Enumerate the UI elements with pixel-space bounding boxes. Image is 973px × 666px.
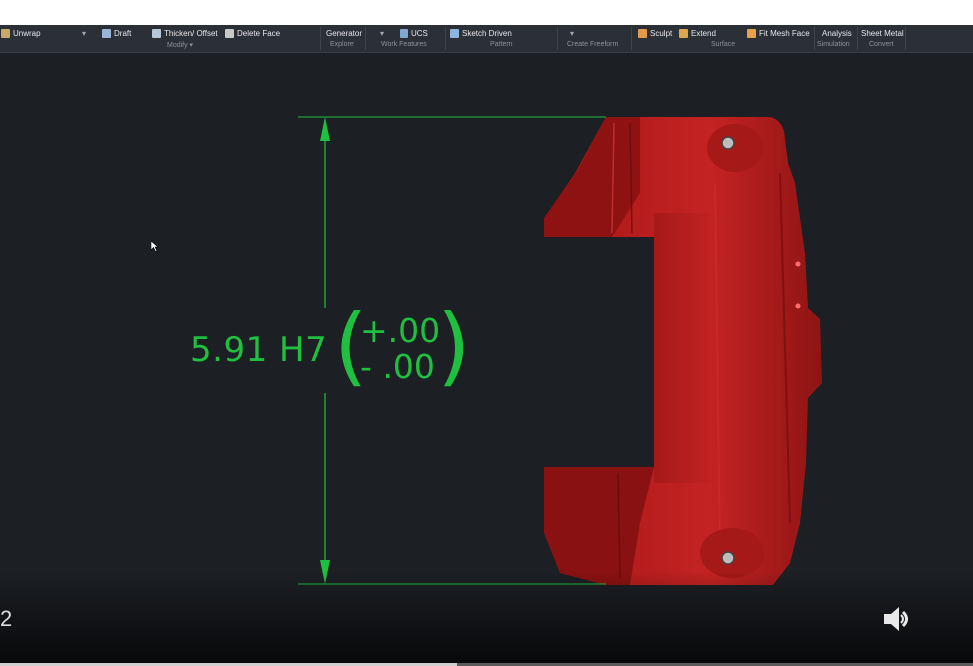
lower-bolt-hole	[721, 551, 735, 565]
group-label-modify[interactable]: Modify ▾	[167, 41, 193, 49]
sheet-metal-button[interactable]: Sheet Metal	[861, 27, 904, 39]
ribbon-toolbar: Unwrap ▾ Draft Thicken/ Offset Delete Fa…	[0, 25, 973, 53]
fit-mesh-face-button[interactable]: Fit Mesh Face	[747, 27, 810, 39]
analysis-button[interactable]: Analysis	[822, 27, 852, 39]
ribbon-separator	[557, 27, 558, 50]
tolerance-upper: +.00	[360, 311, 441, 350]
extend-button[interactable]: Extend	[679, 27, 716, 39]
sketch-driven-pattern-icon	[450, 28, 459, 38]
upper-bolt-hole	[721, 136, 735, 150]
delete-face-button[interactable]: Delete Face	[225, 27, 280, 39]
mouse-cursor-icon	[151, 241, 159, 252]
video-controls-overlay	[0, 571, 973, 666]
dropdown-caret-icon[interactable]: ▾	[380, 27, 384, 39]
dropdown-caret-icon[interactable]: ▾	[82, 27, 86, 39]
caliper-back-face	[654, 213, 714, 483]
specular-highlight	[795, 261, 801, 267]
thicken-offset-icon	[152, 28, 161, 38]
unwrap-icon	[1, 28, 10, 38]
draft-icon	[102, 28, 111, 38]
caliper-part[interactable]	[544, 117, 822, 585]
ribbon-separator	[320, 27, 321, 50]
dropdown-caret-icon[interactable]: ▾	[570, 27, 574, 39]
group-label-pattern: Pattern	[490, 41, 513, 48]
thicken-offset-button[interactable]: Thicken/ Offset	[152, 27, 218, 39]
tolerance-lower: - .00	[360, 347, 435, 386]
ucs-button[interactable]: UCS	[400, 27, 428, 39]
group-label-surface: Surface	[711, 41, 736, 48]
speaker-icon[interactable]	[882, 604, 916, 634]
generator-button[interactable]: Generator	[326, 27, 362, 39]
ribbon-separator	[445, 27, 446, 50]
unwrap-button[interactable]: Unwrap	[1, 27, 41, 39]
group-label-simulation: Simulation	[817, 41, 850, 48]
specular-highlight	[795, 303, 801, 309]
upper-boss	[707, 124, 763, 172]
delete-face-icon	[225, 28, 234, 38]
sketch-driven-pattern-button[interactable]: Sketch Driven	[450, 27, 512, 39]
group-label-convert: Convert	[869, 41, 894, 48]
dimension-arrow-top-icon	[320, 117, 330, 141]
group-label-explore: Explore	[330, 41, 354, 48]
extend-icon	[679, 28, 688, 38]
ribbon-separator	[905, 27, 906, 50]
timestamp-fragment: 2	[0, 606, 13, 631]
ribbon-separator	[631, 27, 632, 50]
ribbon-separator	[365, 27, 366, 50]
tolerance-close-paren: )	[437, 296, 471, 396]
ribbon-separator	[814, 27, 815, 50]
draft-button[interactable]: Draft	[102, 27, 131, 39]
sculpt-icon	[638, 28, 647, 38]
dimension-value: 5.91 H7	[187, 330, 331, 370]
fit-mesh-face-icon	[747, 28, 756, 38]
ribbon-separator	[857, 27, 858, 50]
3d-viewport[interactable]	[0, 53, 973, 666]
sculpt-button[interactable]: Sculpt	[638, 27, 672, 39]
ucs-icon	[400, 28, 408, 38]
group-label-create-freeform: Create Freeform	[567, 41, 619, 48]
group-label-work-features: Work Features	[381, 41, 427, 48]
